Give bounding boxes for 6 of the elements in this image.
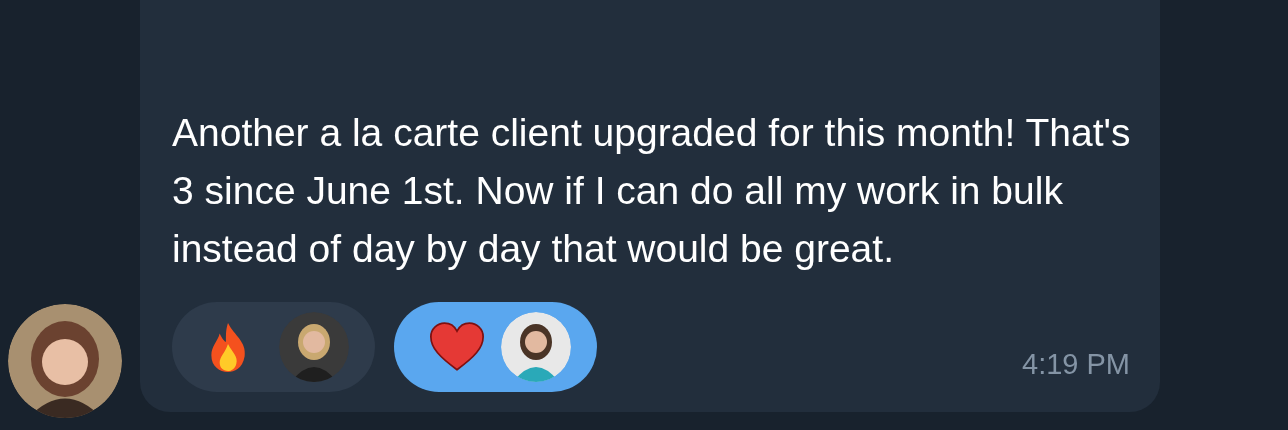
avatar-icon (501, 312, 571, 382)
heart-icon (428, 322, 486, 372)
message-text: Another a la carte client upgraded for this month! That's 3 since June 1st. Now if I can do all my work in bulk instead of day by day that would be great. (172, 110, 1132, 272)
message-time: 4:19 PM (1022, 346, 1130, 382)
avatar-icon (279, 312, 349, 382)
avatar-icon[interactable] (8, 304, 122, 418)
